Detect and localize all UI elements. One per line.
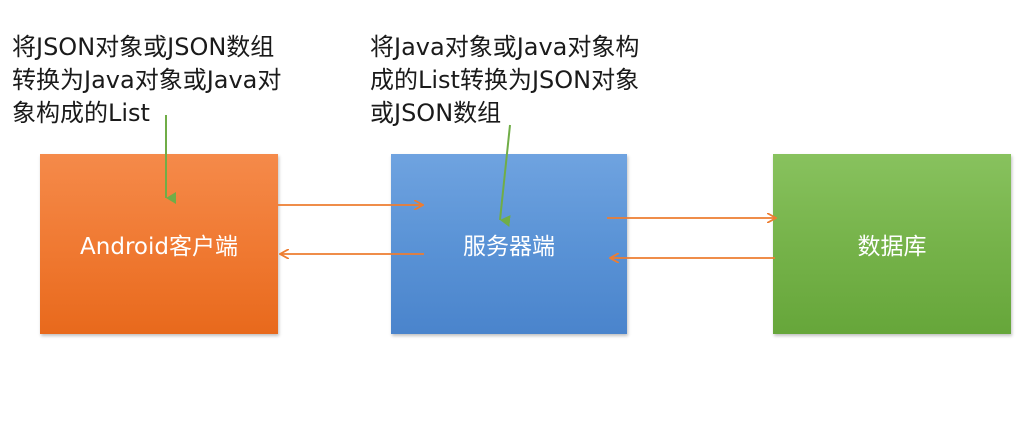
android-client-node: Android客户端: [40, 154, 278, 334]
server-node: 服务器端: [391, 154, 627, 334]
database-node: 数据库: [773, 154, 1011, 334]
database-label: 数据库: [857, 234, 927, 260]
annotation-json-to-java: 将JSON对象或JSON数组 转换为Java对象或Java对 象构成的List: [12, 33, 282, 127]
android-client-label: Android客户端: [80, 234, 238, 260]
server-label: 服务器端: [463, 234, 555, 260]
annotation-java-to-json: 将Java对象或Java对象构 成的List转换为JSON对象 或JSON数组: [370, 33, 640, 127]
